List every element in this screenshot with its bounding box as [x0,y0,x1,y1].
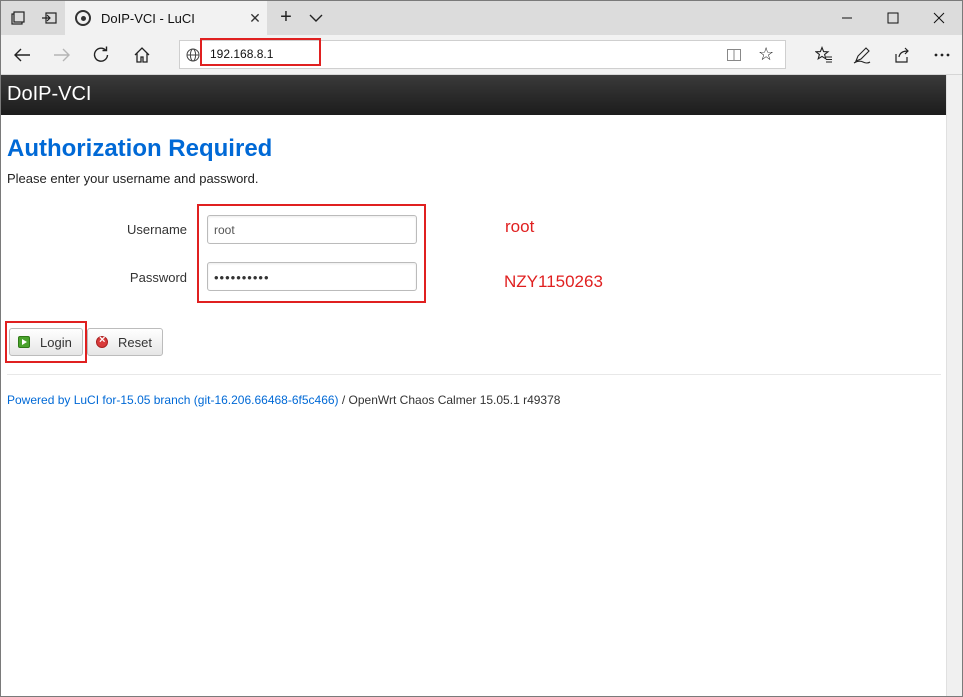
chevron-down-icon[interactable] [305,9,327,27]
tab-title: DoIP-VCI - LuCI [101,10,195,26]
new-tab-icon[interactable]: + [275,7,297,27]
forward-arrow-icon[interactable] [49,43,75,67]
globe-icon [186,48,200,62]
page-description: Please enter your username and password. [7,171,259,186]
home-icon[interactable] [129,43,155,67]
favorites-list-icon[interactable] [812,43,836,67]
more-icon[interactable] [930,43,954,67]
browser-window: DoIP-VCI - LuCI ✕ + 192.168.8.1 ☆ DoIP-V… [0,0,963,697]
close-window-icon[interactable] [916,1,962,35]
luci-version-link[interactable]: Powered by LuCI for-15.05 branch (git-16… [7,393,339,407]
pen-icon[interactable] [850,43,874,67]
address-highlight-box [200,38,321,66]
footer-divider [7,374,941,375]
star-icon[interactable]: ☆ [758,44,774,65]
page-footer: Powered by LuCI for-15.05 branch (git-16… [7,393,560,407]
credentials-highlight-box [197,204,426,303]
navigation-bar: 192.168.8.1 ☆ [1,35,962,75]
set-aside-tabs-icon[interactable] [39,8,59,28]
username-annotation: root [505,217,535,236]
title-bar: DoIP-VCI - LuCI ✕ + [1,1,962,35]
vertical-scrollbar[interactable] [946,75,962,696]
page-header: DoIP-VCI [1,75,946,115]
tab-preview-icon[interactable] [8,8,28,28]
luci-favicon-icon [75,10,91,26]
openwrt-version-text: / OpenWrt Chaos Calmer 15.05.1 r49378 [338,393,561,407]
back-arrow-icon[interactable] [9,43,35,67]
close-tab-icon[interactable]: ✕ [243,10,267,27]
username-label: Username [127,222,187,237]
maximize-icon[interactable] [870,1,916,35]
address-bar[interactable]: 192.168.8.1 ☆ [179,38,786,69]
reading-view-icon[interactable] [726,47,742,63]
active-tab[interactable]: DoIP-VCI - LuCI ✕ [65,1,267,35]
site-title[interactable]: DoIP-VCI [7,83,91,105]
share-icon[interactable] [890,43,914,67]
password-label: Password [129,270,187,285]
minimize-icon[interactable] [824,1,870,35]
page-content: DoIP-VCI Authorization Required Please e… [1,75,946,696]
page-title: Authorization Required [7,135,273,162]
reset-label: Reset [118,334,152,350]
reset-button[interactable]: Reset [87,328,163,356]
login-highlight-box [5,321,87,363]
password-annotation: NZY1150263 [504,272,603,291]
reset-icon [96,334,108,348]
refresh-icon[interactable] [88,43,114,67]
